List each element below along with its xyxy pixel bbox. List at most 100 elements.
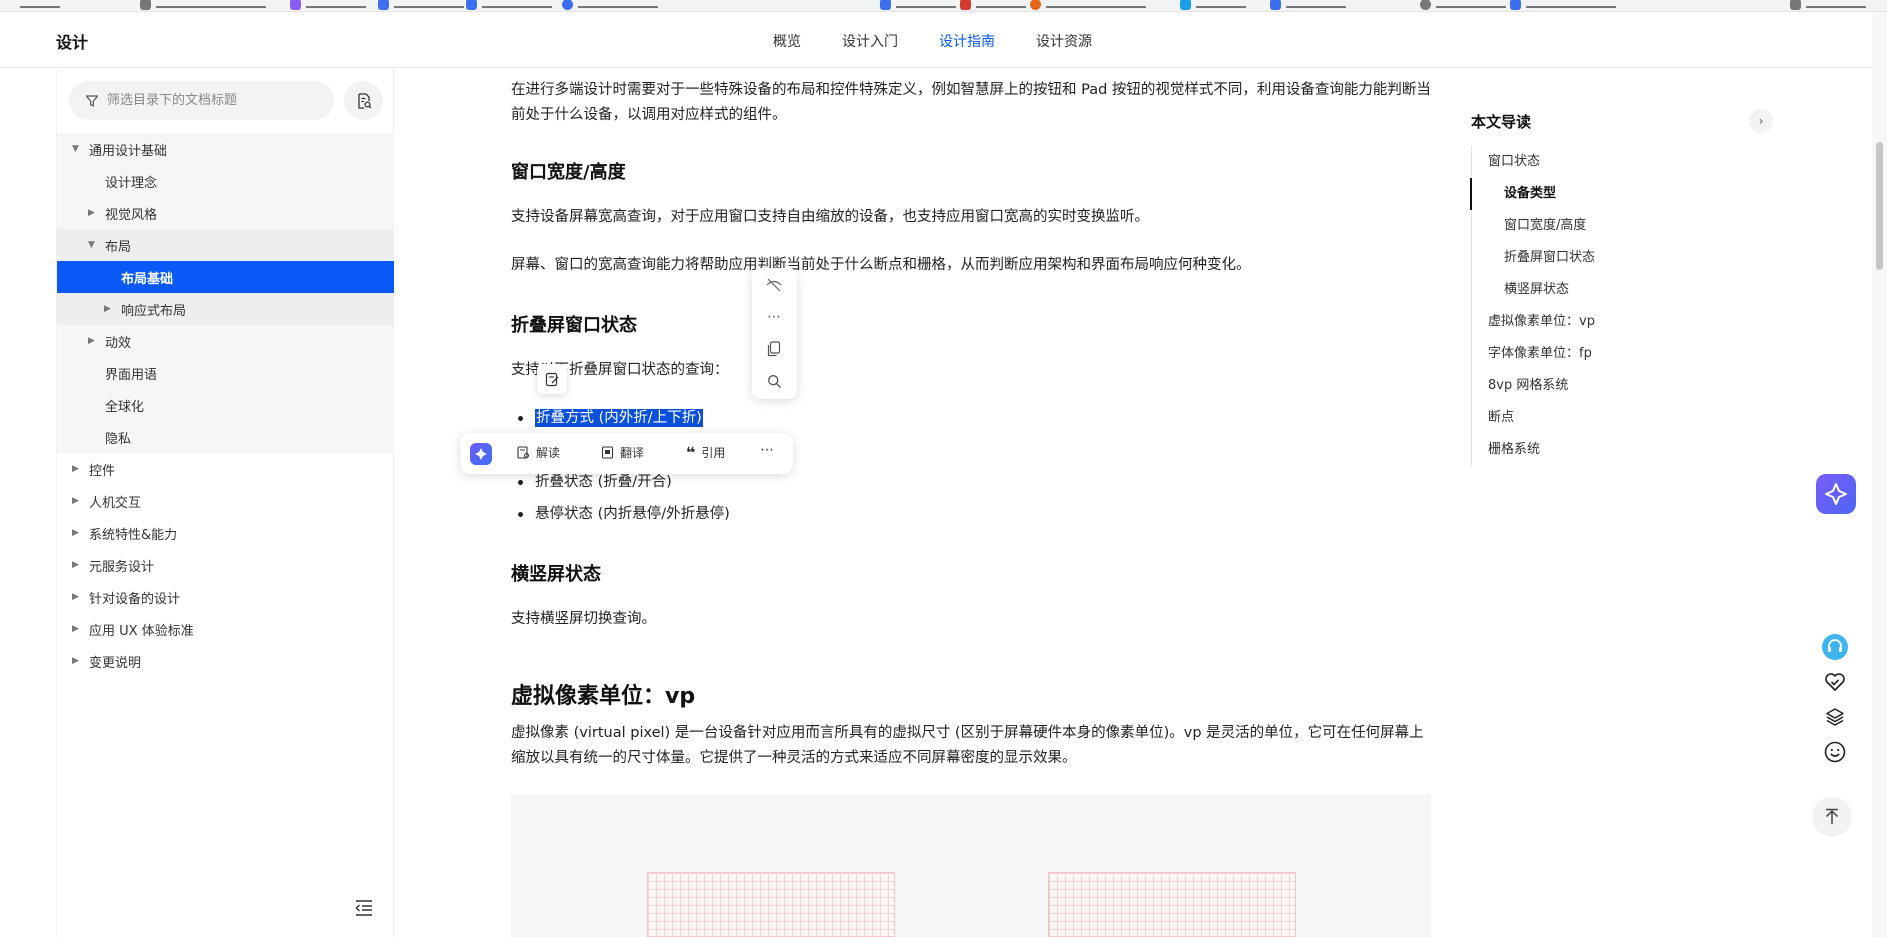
grid-illustration-right: [1048, 872, 1296, 937]
document-search-icon: [357, 92, 371, 109]
doc-filter-input[interactable]: [107, 93, 327, 108]
toc-item-orientation[interactable]: 横竖屏状态: [1504, 274, 1569, 306]
doc-sidebar: ▼ 通用设计基础 设计理念 ▶ 视觉风格 ▼ 布局 布局基础 ▶ 响应式布局 ▶…: [56, 69, 394, 937]
more-button[interactable]: ⋯: [765, 308, 783, 326]
ai-assistant-logo[interactable]: [470, 443, 492, 465]
more-dots-icon: ⋯: [767, 309, 781, 325]
tree-item-globalization[interactable]: 全球化: [57, 389, 394, 421]
toc-item-window-state[interactable]: 窗口状态: [1488, 146, 1540, 178]
heading-orientation: 横竖屏状态: [511, 564, 601, 585]
note-button[interactable]: [537, 364, 567, 394]
tree-item-design-philosophy[interactable]: 设计理念: [57, 165, 394, 197]
browser-bookmarks-bar: [0, 0, 1887, 12]
selection-side-toolbar: ⋯: [752, 268, 797, 399]
toc-active-indicator: [1470, 178, 1472, 210]
tree-item-responsive-layout[interactable]: ▶ 响应式布局: [57, 293, 394, 325]
top-navigation: 设计 概览 设计入门 设计指南 设计资源: [0, 12, 1887, 68]
nav-tab-design-resources[interactable]: 设计资源: [1036, 31, 1092, 51]
tree-item-system-features[interactable]: ▶ 系统特性&能力: [57, 517, 394, 549]
heading-virtual-pixel: 虚拟像素单位：vp: [511, 684, 696, 709]
caret-down-icon: ▼: [88, 240, 95, 250]
tree-item-changelog[interactable]: ▶ 变更说明: [57, 645, 394, 677]
interpret-button[interactable]: 解读: [517, 444, 560, 461]
translate-button[interactable]: 翻译: [601, 444, 644, 461]
eye-off-icon: [766, 278, 782, 292]
selected-text[interactable]: 折叠方式 (内外折/上下折): [535, 409, 703, 427]
orientation-paragraph: 支持横竖屏切换查询。: [511, 611, 656, 627]
toc-item-window-size[interactable]: 窗口宽度/高度: [1504, 210, 1586, 242]
nav-tab-overview[interactable]: 概览: [773, 31, 801, 51]
toc-item-grid-system[interactable]: 栅格系统: [1488, 434, 1540, 466]
copy-icon: [767, 341, 781, 357]
layers-button[interactable]: [1820, 702, 1850, 732]
caret-right-icon: ▶: [72, 496, 79, 506]
doc-locate-button[interactable]: [344, 81, 383, 120]
customer-service-button[interactable]: [1820, 632, 1850, 662]
window-paragraph-1: 支持设备屏幕宽高查询，对于应用窗口支持自由缩放的设备，也支持应用窗口宽高的实时变…: [511, 209, 1149, 225]
quote-button[interactable]: ❝ 引用: [686, 444, 725, 461]
tree-item-controls[interactable]: ▶ 控件: [57, 453, 394, 485]
doc-filter-field[interactable]: [69, 81, 334, 120]
toc-item-font-pixel[interactable]: 字体像素单位：fp: [1488, 338, 1592, 370]
tree-item-device-design[interactable]: ▶ 针对设备的设计: [57, 581, 394, 613]
toc-item-foldable-state[interactable]: 折叠屏窗口状态: [1504, 242, 1595, 274]
tree-item-layout-basics[interactable]: 布局基础: [57, 261, 394, 293]
more-dots-icon: ⋯: [760, 442, 774, 458]
feedback-button[interactable]: [1820, 737, 1850, 767]
toolbar-more-button[interactable]: ⋯: [760, 442, 774, 458]
list-item: 悬停状态 (内折悬停/外折悬停): [518, 498, 730, 530]
vp-illustration: [511, 794, 1431, 937]
caret-right-icon: ▶: [72, 528, 79, 538]
caret-right-icon: ▶: [72, 560, 79, 570]
note-edit-icon: [545, 372, 558, 386]
favorite-button[interactable]: [1820, 667, 1850, 697]
tree-item-motion[interactable]: ▶ 动效: [57, 325, 394, 357]
heart-check-icon: [1825, 673, 1845, 691]
caret-right-icon: ▶: [104, 304, 111, 314]
ai-star-icon: [1825, 483, 1847, 505]
nav-tab-getting-started[interactable]: 设计入门: [842, 31, 898, 51]
tree-item-atomic-service[interactable]: ▶ 元服务设计: [57, 549, 394, 581]
vp-paragraph: 虚拟像素 (virtual pixel) 是一台设备针对应用而言所具有的虚拟尺寸…: [511, 725, 1424, 766]
toc-item-8vp-grid[interactable]: 8vp 网格系统: [1488, 370, 1568, 402]
filter-icon: [85, 94, 99, 107]
tree-item-privacy[interactable]: 隐私: [57, 421, 394, 453]
tree-item-ui-wording[interactable]: 界面用语: [57, 357, 394, 389]
translate-icon: [601, 446, 614, 459]
back-to-top-button[interactable]: [1812, 797, 1852, 837]
list-item: 折叠方式 (内外折/上下折): [518, 402, 730, 434]
toc-item-virtual-pixel[interactable]: 虚拟像素单位：vp: [1488, 306, 1595, 338]
toc-toggle-button[interactable]: ›: [1749, 109, 1773, 133]
heading-foldable-state: 折叠屏窗口状态: [511, 315, 637, 336]
window-paragraph-2: 屏幕、窗口的宽高查询能力将帮助应用判断当前处于什么断点和栅格，从而判断应用架构和…: [511, 257, 1251, 273]
toc-item-device-type[interactable]: 设备类型: [1504, 178, 1556, 210]
search-button[interactable]: [765, 372, 783, 390]
tree-item-visual-style[interactable]: ▶ 视觉风格: [57, 197, 394, 229]
collapse-menu-icon: [355, 900, 372, 916]
caret-right-icon: ▶: [88, 208, 95, 218]
tree-item-interaction[interactable]: ▶ 人机交互: [57, 485, 394, 517]
heading-window-size: 窗口宽度/高度: [511, 162, 626, 183]
copy-button[interactable]: [765, 340, 783, 358]
ai-star-icon: [475, 448, 487, 460]
interpret-icon: [517, 446, 529, 459]
arrow-up-icon: [1825, 808, 1839, 824]
smiley-icon: [1824, 741, 1846, 763]
tree-item-layout[interactable]: ▼ 布局: [57, 229, 394, 261]
toc-item-breakpoints[interactable]: 断点: [1488, 402, 1514, 434]
scrollbar-thumb[interactable]: [1876, 142, 1883, 270]
nav-tab-design-guide[interactable]: 设计指南: [939, 31, 995, 51]
search-icon: [767, 374, 781, 388]
selection-toolbar: 解读 翻译 ❝ 引用 ⋯: [460, 433, 793, 474]
intro-paragraph: 在进行多端设计时需要对于一些特殊设备的布局和控件特殊定义，例如智慧屏上的按钮和 …: [511, 82, 1431, 123]
caret-right-icon: ▶: [72, 464, 79, 474]
site-brand[interactable]: 设计: [56, 29, 88, 53]
article-content: 在进行多端设计时需要对于一些特殊设备的布局和控件特殊定义，例如智慧屏上的按钮和 …: [511, 69, 1431, 937]
collapse-sidebar-button[interactable]: [353, 897, 375, 919]
tree-item-ux-standards[interactable]: ▶ 应用 UX 体验标准: [57, 613, 394, 645]
tree-item-general-design-basics[interactable]: ▼ 通用设计基础: [57, 133, 394, 165]
ai-assistant-float-button[interactable]: [1816, 474, 1856, 514]
page-scrollbar[interactable]: [1872, 12, 1887, 937]
hide-button[interactable]: [765, 276, 783, 294]
layers-icon: [1826, 708, 1844, 726]
